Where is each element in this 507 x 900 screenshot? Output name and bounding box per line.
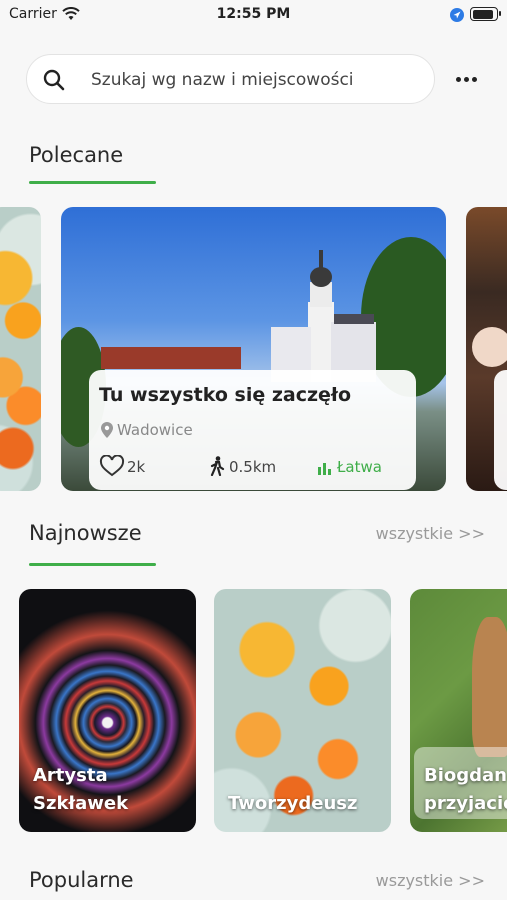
- recommended-card-prev[interactable]: [0, 207, 41, 491]
- next-card-info: [494, 370, 507, 490]
- section-underline: [29, 181, 156, 184]
- section-underline: [29, 563, 156, 566]
- featured-title: Tu wszystko się zaczęło: [99, 384, 352, 406]
- church-image: [271, 250, 376, 382]
- status-bar: Carrier 12:55 PM: [0, 0, 507, 30]
- recommended-card-next[interactable]: [466, 207, 507, 491]
- see-all-popular-link[interactable]: wszystkie >>: [376, 871, 485, 890]
- walking-icon: [209, 456, 225, 480]
- newest-card-title-line2: przyjaciel: [424, 793, 507, 814]
- newest-card-title-line1: Tworzydeusz: [228, 793, 358, 814]
- more-icon[interactable]: [451, 68, 481, 90]
- section-title-popular: Popularne: [29, 868, 134, 892]
- next-card-image: [472, 327, 507, 367]
- difficulty-label: Łatwa: [337, 458, 382, 476]
- heart-icon[interactable]: [99, 454, 125, 481]
- newest-card-title-line1: Artysta: [33, 765, 108, 786]
- battery-icon: [470, 7, 501, 21]
- search-icon: [43, 69, 65, 95]
- newest-card[interactable]: Biogdan przyjaciel: [410, 589, 507, 832]
- section-title-newest: Najnowsze: [29, 521, 142, 545]
- difficulty-bars-icon: [318, 460, 332, 479]
- distance: 0.5km: [229, 458, 277, 476]
- newest-card[interactable]: Tworzydeusz: [214, 589, 391, 832]
- clock: 12:55 PM: [216, 6, 291, 22]
- search-bar[interactable]: [26, 54, 435, 104]
- deer-image: [472, 617, 507, 757]
- newest-card-title-line2: Szkławek: [33, 793, 129, 814]
- location-arrow-icon: [450, 7, 464, 26]
- featured-card[interactable]: Tu wszystko się zaczęło Wadowice 2k 0.5k…: [61, 207, 446, 491]
- search-input[interactable]: [91, 67, 421, 93]
- newest-card-title-line1: Biogdan: [424, 765, 507, 786]
- featured-info-panel: Tu wszystko się zaczęło Wadowice 2k 0.5k…: [89, 370, 416, 490]
- section-title-recommended: Polecane: [29, 143, 124, 167]
- roof-image: [101, 347, 241, 369]
- likes-count: 2k: [127, 458, 146, 476]
- battery-fill: [472, 9, 494, 19]
- see-all-newest-link[interactable]: wszystkie >>: [376, 524, 485, 543]
- featured-place: Wadowice: [117, 421, 193, 439]
- pin-icon: [101, 422, 113, 442]
- newest-card[interactable]: Artysta Szkławek: [19, 589, 196, 832]
